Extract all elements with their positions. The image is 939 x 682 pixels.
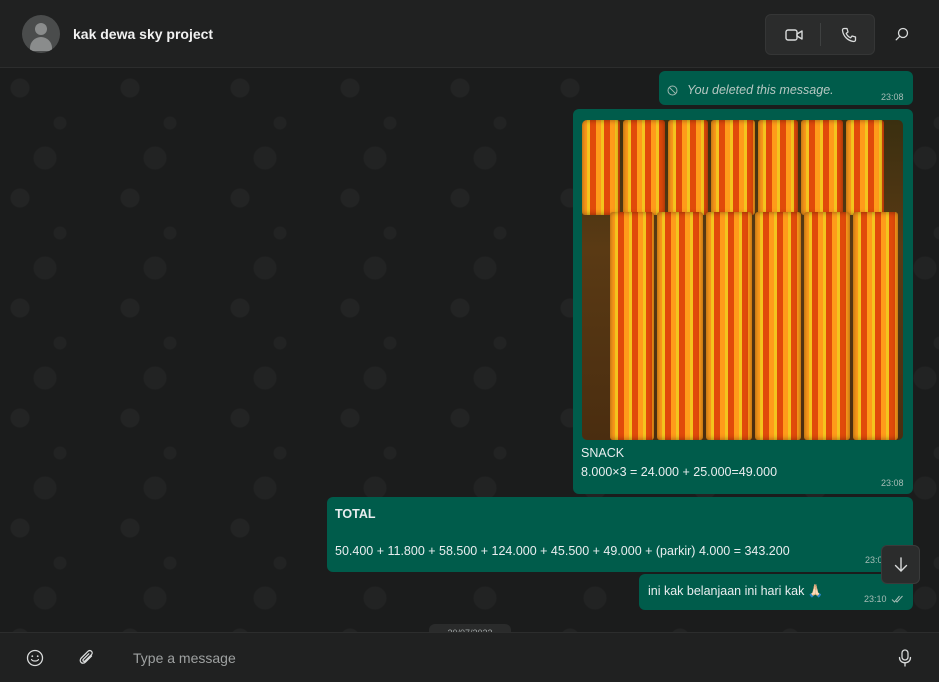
voice-call-button[interactable] (821, 15, 876, 54)
scroll-to-bottom-button[interactable] (881, 545, 920, 584)
wafer-pack (755, 212, 801, 440)
message-text[interactable]: ini kak belanjaan ini hari kak 🙏🏻 23:10 (639, 574, 913, 610)
wafer-pack (610, 212, 654, 440)
wafer-pack (711, 120, 755, 215)
message-time: 23:10 (864, 594, 887, 604)
message-input[interactable] (133, 648, 833, 668)
snack-photo[interactable] (582, 120, 903, 440)
double-check-icon (891, 595, 903, 603)
wafer-pack (706, 212, 752, 440)
contact-avatar[interactable] (22, 15, 60, 53)
voice-message-button[interactable] (894, 647, 916, 669)
message-deleted[interactable]: You deleted this message. 23:08 (659, 71, 913, 105)
attach-button[interactable] (76, 647, 98, 669)
message-image[interactable]: SNACK 8.000×3 = 24.000 + 25.000=49.000 2… (573, 109, 913, 494)
search-button[interactable] (890, 22, 914, 46)
wafer-pack (657, 212, 703, 440)
wafer-pack (801, 120, 843, 215)
chat-header: kak dewa sky project (0, 0, 939, 68)
person-icon-body (30, 37, 52, 51)
deleted-message-text: You deleted this message. (687, 83, 834, 97)
photo-pack-row (582, 120, 903, 215)
phone-icon (841, 27, 856, 42)
date-separator: 20/07/2023 (429, 624, 511, 632)
wafer-pack (668, 120, 708, 215)
emoji-button[interactable] (24, 647, 46, 669)
image-caption-body: 8.000×3 = 24.000 + 25.000=49.000 (581, 465, 778, 479)
emoji-icon (26, 649, 44, 667)
microphone-icon (898, 649, 912, 667)
video-camera-icon (784, 28, 803, 41)
paperclip-icon (79, 649, 93, 664)
blocked-icon (667, 85, 678, 96)
message-body: ini kak belanjaan ini hari kak 🙏🏻 (648, 584, 824, 598)
contact-name[interactable]: kak dewa sky project (73, 26, 213, 42)
message-time: 23:08 (881, 92, 904, 102)
photo-pack-row (610, 212, 903, 440)
person-icon (35, 23, 47, 35)
message-total[interactable]: TOTAL 50.400 + 11.800 + 58.500 + 124.000… (327, 497, 913, 572)
wafer-pack (623, 120, 665, 215)
message-time: 23:0 (865, 555, 883, 565)
wafer-pack (582, 120, 620, 215)
message-list[interactable]: You deleted this message. 23:08 SNACK 8.… (0, 68, 939, 632)
message-composer (0, 632, 939, 682)
wafer-pack (853, 212, 898, 440)
wafer-pack (758, 120, 798, 215)
video-call-button[interactable] (766, 15, 821, 54)
wafer-pack (804, 212, 850, 440)
wafer-pack (846, 120, 884, 215)
call-button-group (765, 14, 875, 55)
total-calculation: 50.400 + 11.800 + 58.500 + 124.000 + 45.… (335, 544, 790, 558)
arrow-down-icon (894, 556, 907, 572)
image-caption-title: SNACK (581, 446, 625, 460)
total-heading: TOTAL (335, 507, 376, 521)
message-time: 23:08 (881, 478, 904, 488)
search-icon (895, 27, 909, 41)
